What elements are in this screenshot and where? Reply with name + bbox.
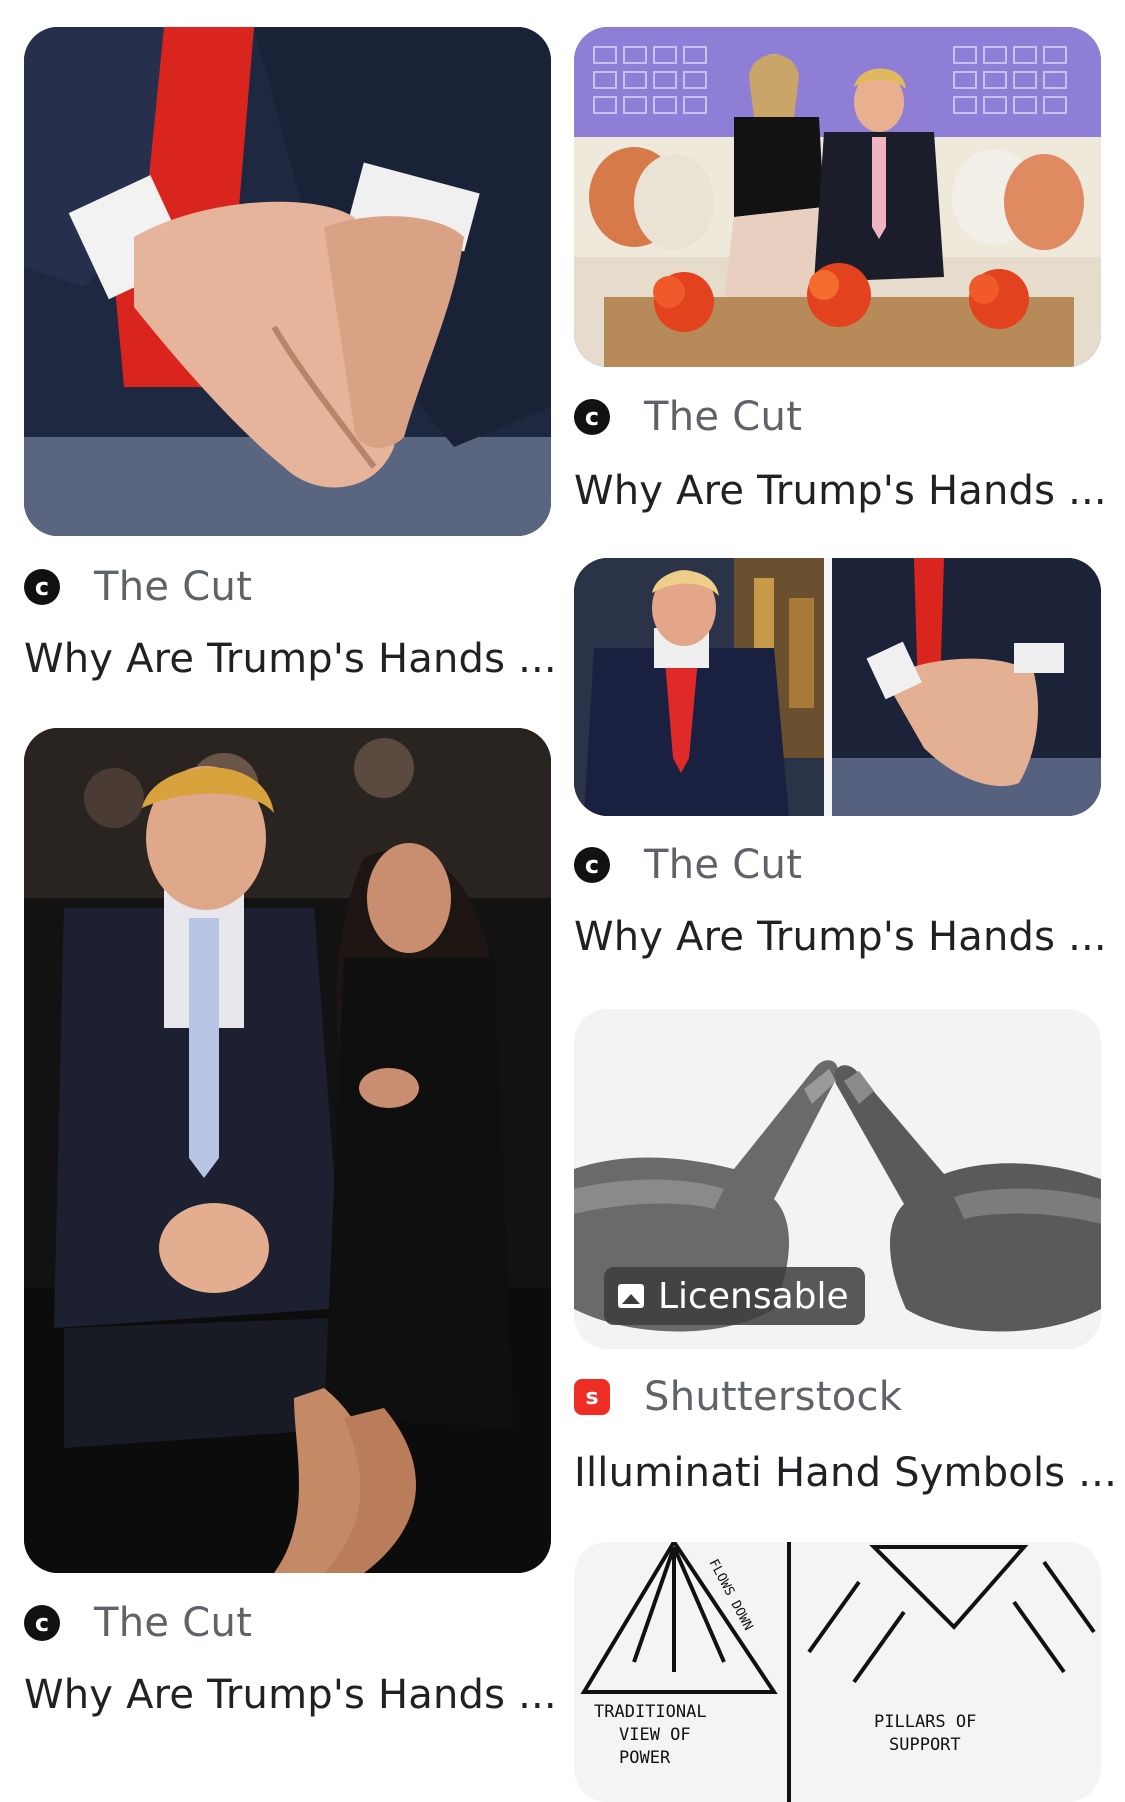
the-cut-logo-icon: c [24,1605,60,1641]
result-image-5[interactable]: Licensable [574,1009,1101,1349]
sketch-pillars-label-1: PILLARS OF [874,1712,976,1732]
result-title-2[interactable]: Why Are Trump's Hands ... [24,1672,557,1718]
result-title-4[interactable]: Why Are Trump's Hands ... [574,914,1107,960]
result-source-3[interactable]: c The Cut [574,394,802,440]
source-name: The Cut [94,1600,253,1646]
result-image-4[interactable] [574,558,1101,816]
result-image-3[interactable] [574,27,1101,367]
source-name: Shutterstock [644,1374,903,1420]
result-title-1[interactable]: Why Are Trump's Hands ... [24,636,557,682]
licensable-label: Licensable [658,1275,849,1317]
source-name: The Cut [94,564,253,610]
trump-hands-closeup-image [24,27,551,536]
result-title-3[interactable]: Why Are Trump's Hands ... [574,468,1107,514]
image-icon [618,1284,644,1308]
source-name: The Cut [644,842,803,888]
the-cut-logo-icon: c [574,399,610,435]
source-name: The Cut [644,394,803,440]
result-source-1[interactable]: c The Cut [24,564,252,610]
trump-ivanka-sofa-image [574,27,1101,367]
sketch-traditional-label-2: VIEW OF [619,1725,691,1745]
power-diagram-sketch-image: FLOWS DOWN TRADITIONAL VIEW OF POWER PIL… [574,1542,1101,1802]
licensable-badge: Licensable [604,1267,865,1325]
result-source-2[interactable]: c The Cut [24,1600,252,1646]
result-image-1[interactable] [24,27,551,536]
the-cut-logo-icon: c [574,847,610,883]
trump-talkshow-split-image [574,558,1101,816]
sketch-traditional-label-1: TRADITIONAL [594,1702,707,1722]
result-source-5[interactable]: s Shutterstock [574,1374,902,1420]
result-source-4[interactable]: c The Cut [574,842,802,888]
shutterstock-logo-icon: s [574,1379,610,1415]
result-image-2[interactable] [24,728,551,1573]
result-image-6[interactable]: FLOWS DOWN TRADITIONAL VIEW OF POWER PIL… [574,1542,1101,1802]
the-cut-logo-icon: c [24,569,60,605]
trump-couple-event-image [24,728,551,1573]
sketch-traditional-label-3: POWER [619,1748,671,1768]
sketch-pillars-label-2: SUPPORT [889,1735,961,1755]
result-title-5[interactable]: Illuminati Hand Symbols ... [574,1450,1117,1496]
